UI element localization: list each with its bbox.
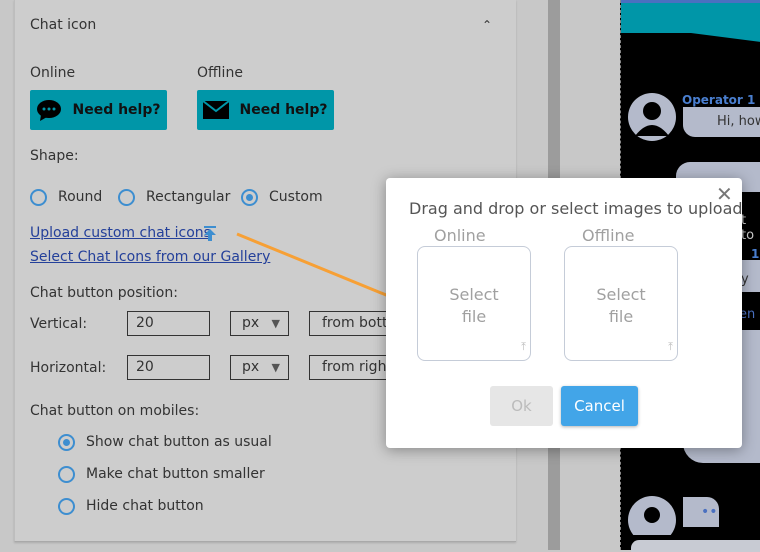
shape-custom-radio[interactable] xyxy=(241,189,258,206)
operator-name: Operator 1 xyxy=(682,93,756,107)
dialog-offline-label: Offline xyxy=(582,226,635,245)
shape-custom-label: Custom xyxy=(269,189,323,205)
horizontal-value-input[interactable]: 20 xyxy=(127,355,210,380)
preview-text: t to xyxy=(741,213,755,243)
operator-avatar xyxy=(628,93,676,141)
upload-icon: ⤒ xyxy=(668,340,673,353)
horizontal-unit-value: px xyxy=(242,359,260,375)
mobile-hide-label: Hide chat button xyxy=(86,498,204,514)
mobile-show-label: Show chat button as usual xyxy=(86,434,272,450)
offline-button-label: Need help? xyxy=(239,102,328,118)
dialog-online-label: Online xyxy=(434,226,486,245)
offline-label: Offline xyxy=(197,65,243,81)
dropdown-arrow-icon: ▼ xyxy=(271,361,280,374)
typing-indicator: •• xyxy=(683,497,719,527)
upload-custom-icons-link[interactable]: Upload custom chat icons xyxy=(30,225,211,241)
shape-label: Shape: xyxy=(30,148,79,164)
position-label: Chat button position: xyxy=(30,285,178,301)
upload-icon: ⤒ xyxy=(521,340,526,353)
online-button-label: Need help? xyxy=(72,102,161,118)
ok-button[interactable]: Ok xyxy=(490,386,553,426)
preview-text: 1 xyxy=(751,247,760,261)
horizontal-unit-select[interactable]: px ▼ xyxy=(230,355,289,380)
mobile-smaller-label: Make chat button smaller xyxy=(86,466,265,482)
operator-avatar xyxy=(628,496,676,535)
online-chat-button-preview[interactable]: Need help? xyxy=(30,90,167,130)
mobile-hide-radio[interactable] xyxy=(58,498,75,515)
offline-chat-button-preview[interactable]: Need help? xyxy=(197,90,334,130)
upload-dialog: ✕ Drag and drop or select images to uplo… xyxy=(386,178,743,448)
preview-header xyxy=(621,0,760,42)
message-bubble: Hi, how xyxy=(683,107,760,137)
message-input xyxy=(631,540,760,552)
shape-rectangular-radio[interactable] xyxy=(118,189,135,206)
shape-round-label: Round xyxy=(58,189,103,205)
mobile-smaller-radio[interactable] xyxy=(58,466,75,483)
vertical-label: Vertical: xyxy=(30,316,88,332)
select-file-text: Select file xyxy=(596,285,646,326)
chevron-up-icon[interactable]: ⌃ xyxy=(482,18,492,32)
section-title: Chat icon xyxy=(30,17,97,33)
cancel-button[interactable]: Cancel xyxy=(561,386,638,426)
vertical-value-input[interactable]: 20 xyxy=(127,311,210,336)
envelope-icon xyxy=(203,101,230,119)
dialog-title: Drag and drop or select images to upload xyxy=(409,199,743,218)
mobiles-label: Chat button on mobiles: xyxy=(30,403,200,419)
shape-rectangular-label: Rectangular xyxy=(146,189,231,205)
shape-round-radio[interactable] xyxy=(30,189,47,206)
online-label: Online xyxy=(30,65,76,81)
offline-file-dropzone[interactable]: Select file ⤒ xyxy=(564,246,678,361)
online-file-dropzone[interactable]: Select file ⤒ xyxy=(417,246,531,361)
preview-text: y xyxy=(741,272,749,287)
mobile-show-radio[interactable] xyxy=(58,434,75,451)
horizontal-label: Horizontal: xyxy=(30,360,107,376)
chat-bubble-icon xyxy=(37,100,62,121)
select-file-text: Select file xyxy=(449,285,499,326)
upload-icon[interactable] xyxy=(203,226,217,241)
